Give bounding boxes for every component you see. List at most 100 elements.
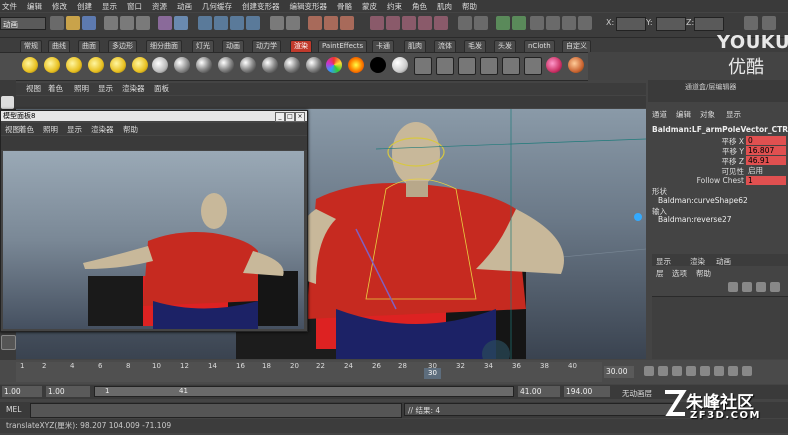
camera-icon[interactable] <box>496 16 510 30</box>
current-frame-marker[interactable]: 30 <box>424 368 441 379</box>
go-to-end-icon[interactable] <box>742 366 752 376</box>
layer-tab-render[interactable]: 渲染 <box>690 256 705 267</box>
phonge-icon[interactable] <box>240 57 256 73</box>
spot-light-icon[interactable] <box>88 57 104 73</box>
menu-edit[interactable]: 编辑 <box>22 1 47 12</box>
viewport-menu-renderer[interactable]: 渲染器 <box>122 83 145 94</box>
menu-create[interactable]: 创建 <box>72 1 97 12</box>
render-settings-icon[interactable] <box>340 16 354 30</box>
select-tool-icon[interactable] <box>1 96 14 109</box>
select-hierarchy-icon[interactable] <box>104 16 118 30</box>
menu-modify[interactable]: 修改 <box>47 1 72 12</box>
menu-window[interactable]: 窗口 <box>122 1 147 12</box>
panel-toggle-icon[interactable] <box>744 16 758 30</box>
range-slider[interactable]: 1 41 <box>94 386 514 397</box>
texture-noise-icon[interactable] <box>502 57 520 75</box>
layered-shader-icon[interactable] <box>284 57 300 73</box>
snap-curve-icon[interactable] <box>214 16 228 30</box>
phong-icon[interactable] <box>218 57 234 73</box>
history-icon[interactable] <box>270 16 284 30</box>
transform-mode-icon[interactable] <box>578 16 592 30</box>
snap-point-icon[interactable] <box>230 16 244 30</box>
shelf-tab-dynamics[interactable]: 动力学 <box>252 40 281 52</box>
character-set-label[interactable]: 无动画层 <box>622 388 652 399</box>
step-forward-key-icon[interactable] <box>728 366 738 376</box>
select-object-icon[interactable] <box>120 16 134 30</box>
shelf-tab-lights[interactable]: 灯光 <box>192 40 214 52</box>
render-frame-icon[interactable] <box>308 16 322 30</box>
shelf-tab-hair[interactable]: 头发 <box>494 40 516 52</box>
menu-constrain[interactable]: 约束 <box>382 1 407 12</box>
start-time-field[interactable]: 1.00 <box>2 386 42 397</box>
attr-translate-x-value[interactable]: 0 <box>746 136 786 145</box>
mel-label[interactable]: MEL <box>6 405 21 414</box>
shelf-tab-animation[interactable]: 动画 <box>222 40 244 52</box>
texture-ramp-icon[interactable] <box>480 57 498 75</box>
channel-box-icon[interactable] <box>402 16 416 30</box>
layer-tab-display[interactable]: 显示 <box>656 256 671 267</box>
panel-title-bar[interactable]: 模型面板8 <box>1 111 307 121</box>
color-ramp-icon[interactable] <box>326 57 342 73</box>
viewport-menu-show[interactable]: 显示 <box>98 83 113 94</box>
menu-muscle[interactable]: 肌肉 <box>432 1 457 12</box>
cb-menu-edit[interactable]: 编辑 <box>676 109 691 120</box>
snap-plane-icon[interactable] <box>246 16 260 30</box>
attribute-editor-icon[interactable] <box>370 16 384 30</box>
menu-file[interactable]: 文件 <box>0 1 22 12</box>
bookmark-icon[interactable] <box>512 16 526 30</box>
snap-grid-icon[interactable] <box>198 16 212 30</box>
tool-settings-icon[interactable] <box>386 16 400 30</box>
quick-layout-icon[interactable] <box>1 335 16 350</box>
lambert-icon[interactable] <box>174 57 190 73</box>
z-field[interactable] <box>694 17 724 31</box>
menu-skeleton[interactable]: 骨骼 <box>332 1 357 12</box>
ocean-shader-icon[interactable] <box>392 57 408 73</box>
hypershade-icon[interactable] <box>434 16 448 30</box>
shelf-tab-custom[interactable]: 自定义 <box>562 40 591 52</box>
cb-menu-show[interactable]: 显示 <box>726 109 741 120</box>
go-to-start-icon[interactable] <box>644 366 654 376</box>
layer-down-icon[interactable] <box>770 282 780 292</box>
playback-end-field[interactable]: 41.00 <box>518 386 560 397</box>
select-component-icon[interactable] <box>136 16 150 30</box>
cb-menu-channels[interactable]: 通道 <box>652 109 667 120</box>
menu-edit-deformers[interactable]: 编辑变形器 <box>285 1 333 12</box>
step-back-frame-icon[interactable] <box>672 366 682 376</box>
layer-list[interactable] <box>652 296 788 359</box>
attr-translate-y-value[interactable]: 16.807 <box>746 146 786 155</box>
select-mask-icon[interactable] <box>158 16 172 30</box>
play-backwards-icon[interactable] <box>686 366 696 376</box>
shelf-tab-ncloth[interactable]: nCloth <box>524 40 555 52</box>
playback-start-field[interactable]: 1.00 <box>46 386 90 397</box>
end-time-field[interactable]: 194.00 <box>564 386 610 397</box>
shelf-tab-fluids[interactable]: 流体 <box>434 40 456 52</box>
shelf-tab-curves[interactable]: 曲线 <box>48 40 70 52</box>
ramp-shader-icon[interactable] <box>306 57 322 73</box>
current-time-field[interactable]: 30.00 <box>604 366 634 378</box>
layout-icon[interactable] <box>474 16 488 30</box>
channel-toggle-icon[interactable] <box>762 16 776 30</box>
cb-menu-object[interactable]: 对象 <box>700 109 715 120</box>
shelf-tab-toon[interactable]: 卡通 <box>372 40 394 52</box>
layer-tab-anim[interactable]: 动画 <box>716 256 731 267</box>
texture-fractal-icon[interactable] <box>524 57 542 75</box>
shelf-tab-painteffects[interactable]: PaintEffects <box>318 40 368 52</box>
menu-set-dropdown[interactable]: 动画 <box>0 17 46 30</box>
menu-animate[interactable]: 动画 <box>172 1 197 12</box>
new-layer-icon[interactable] <box>728 282 738 292</box>
viewport-menu-view[interactable]: 视图 <box>26 83 41 94</box>
shape-node-name[interactable]: Baldman:curveShape62 <box>658 196 748 205</box>
relative-mode-icon[interactable] <box>546 16 560 30</box>
play-forwards-icon[interactable] <box>700 366 710 376</box>
close-button[interactable]: × <box>295 112 305 122</box>
menu-character[interactable]: 角色 <box>407 1 432 12</box>
save-scene-icon[interactable] <box>82 16 96 30</box>
menu-help[interactable]: 帮助 <box>457 1 482 12</box>
shelf-tab-rendering[interactable]: 渲染 <box>290 40 312 52</box>
shelf-tab-general[interactable]: 常规 <box>20 40 42 52</box>
minimize-button[interactable]: _ <box>275 112 285 122</box>
mel-input[interactable] <box>30 403 402 418</box>
panel-menu-shading[interactable]: 着色 <box>19 124 34 135</box>
layer-menu-layers[interactable]: 层 <box>656 268 664 279</box>
input-mode-icon[interactable] <box>530 16 544 30</box>
